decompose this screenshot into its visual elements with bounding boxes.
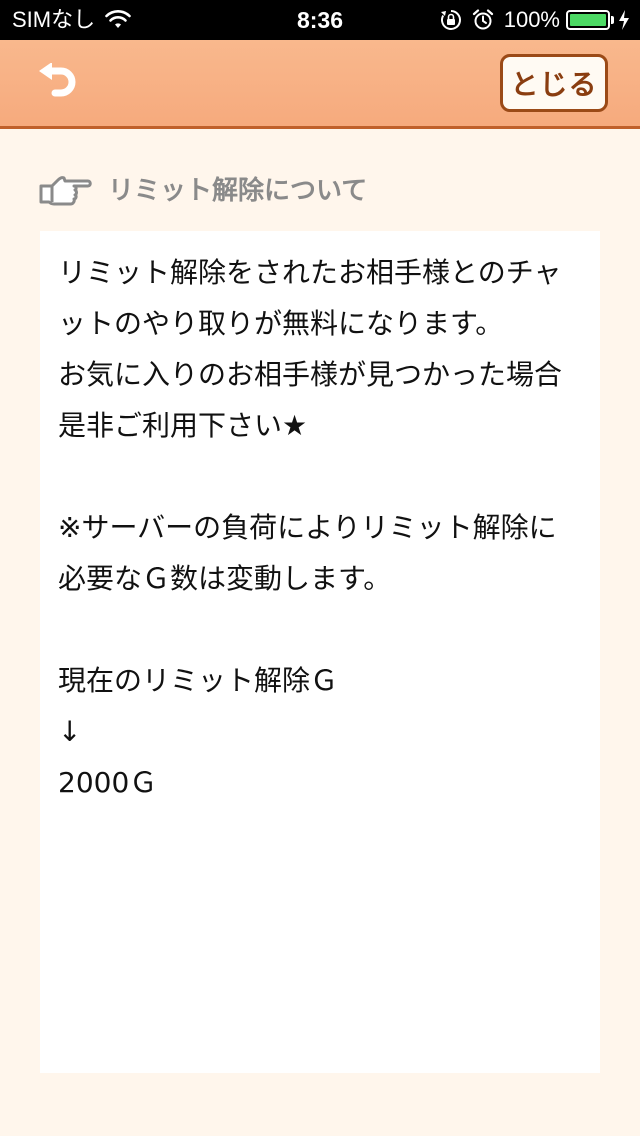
status-bar: SIMなし 8:36 100% xyxy=(0,0,640,40)
battery-icon xyxy=(566,10,610,30)
section-title: リミット解除について xyxy=(108,176,368,206)
back-arrow-icon xyxy=(39,63,76,97)
status-right: 100% xyxy=(440,7,630,33)
alarm-icon xyxy=(472,9,493,30)
content-card: リミット解除をされたお相手様とのチャットのやり取りが無料になります。 お気に入り… xyxy=(40,231,600,1073)
rotation-lock-icon xyxy=(440,10,461,30)
charging-bolt-icon xyxy=(619,10,629,30)
close-button[interactable]: とじる xyxy=(500,54,608,112)
navigation-bar: とじる xyxy=(0,40,640,129)
content-body: リミット解除をされたお相手様とのチャットのやり取りが無料になります。 お気に入り… xyxy=(58,256,563,799)
section-header: リミット解除について xyxy=(38,168,367,214)
back-button[interactable] xyxy=(30,60,86,106)
battery-percent: 100% xyxy=(503,7,560,32)
battery-cap xyxy=(611,16,614,24)
pointing-hand-icon xyxy=(39,176,92,206)
battery-level-fill xyxy=(570,14,606,26)
